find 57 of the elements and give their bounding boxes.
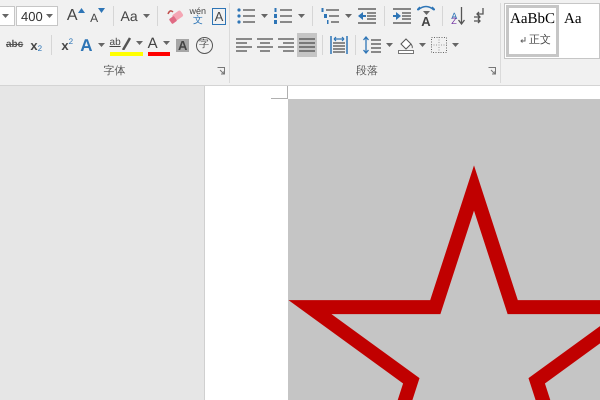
phonetic-guide-button[interactable]: wén 文: [188, 4, 208, 28]
caret-icon: [162, 41, 170, 45]
distributed-icon: [330, 36, 348, 54]
multilevel-list-icon: [320, 7, 340, 25]
text-effects-button[interactable]: A: [78, 33, 107, 57]
caret-icon: [261, 14, 268, 18]
paint-bucket-icon: [398, 36, 414, 54]
numbered-list-icon: [273, 7, 293, 25]
caret-icon: [386, 43, 393, 47]
paragraph-mark-icon: [520, 36, 526, 42]
caret-icon: [419, 43, 426, 47]
bullet-list-icon: [236, 7, 256, 25]
character-shading-button[interactable]: A: [172, 33, 193, 57]
sort-button[interactable]: A Z: [448, 4, 468, 28]
up-triangle-icon: [78, 8, 85, 13]
caret-icon: [2, 14, 9, 18]
star-drawing[interactable]: [288, 99, 600, 400]
style-item[interactable]: AaBbC 正文: [506, 5, 559, 57]
caret-icon: [345, 14, 352, 18]
line-spacing-icon: [363, 36, 381, 54]
caret-icon: [46, 14, 53, 18]
marker-pen-icon: [120, 36, 131, 50]
align-right-icon: [278, 38, 294, 52]
caret-icon: [452, 43, 459, 47]
group-label: 段落: [356, 62, 378, 78]
caret-icon: [422, 10, 430, 14]
change-case-button[interactable]: Aa: [118, 4, 152, 28]
style-preview: Aa: [564, 11, 582, 28]
dialog-launcher-icon[interactable]: [217, 67, 225, 75]
down-arrow-icon: [458, 7, 465, 25]
dialog-launcher-icon[interactable]: [488, 67, 496, 75]
outdent-icon: [357, 8, 377, 24]
caret-icon: [142, 14, 150, 18]
margin-mark: [271, 86, 288, 99]
align-left-icon: [236, 38, 252, 52]
indent-icon: [392, 8, 412, 24]
font-color-button[interactable]: A: [146, 33, 172, 57]
justify-icon: [299, 38, 315, 52]
caret-icon: [136, 41, 143, 45]
justify-button[interactable]: [297, 33, 317, 57]
distributed-button[interactable]: [328, 33, 350, 57]
highlight-button[interactable]: ab: [108, 33, 145, 57]
group-label: 字体: [104, 62, 126, 78]
caret-icon: [98, 43, 105, 47]
down-triangle-icon: [98, 8, 106, 13]
style-name: 正文: [529, 32, 551, 47]
style-preview: AaBbC: [510, 11, 555, 28]
borders-icon: [431, 37, 447, 53]
asian-layout-button[interactable]: A: [415, 4, 437, 28]
strikethrough-button[interactable]: abc: [4, 33, 26, 57]
grow-font-button[interactable]: A: [64, 4, 87, 28]
arrows-icon: [417, 4, 435, 10]
caret-icon: [298, 14, 305, 18]
shrink-font-button[interactable]: A: [88, 4, 108, 28]
align-center-icon: [257, 38, 273, 52]
font-size-field[interactable]: 400: [16, 6, 58, 26]
font-name-field[interactable]: [0, 6, 15, 26]
